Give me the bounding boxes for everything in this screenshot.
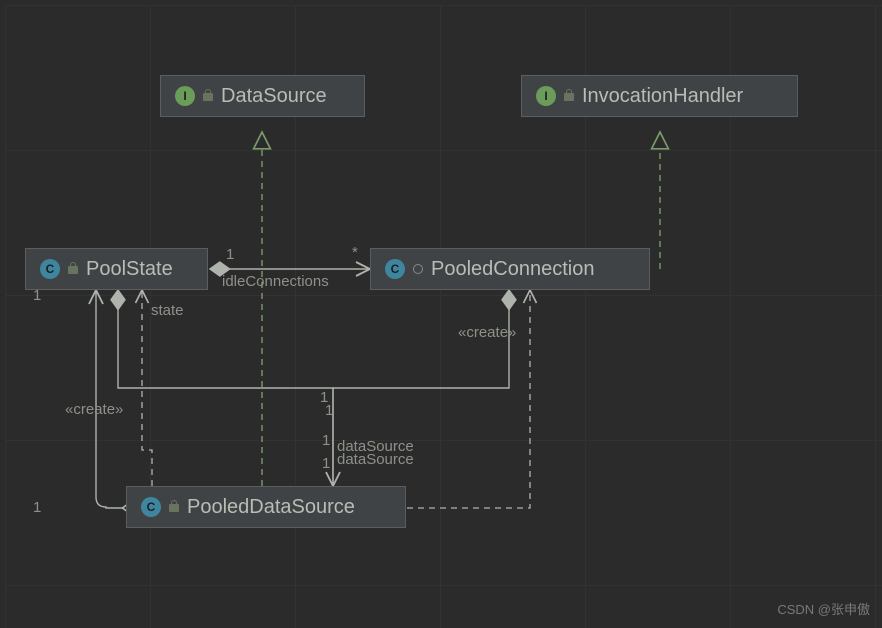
pin-icon: [413, 264, 423, 274]
lock-icon: [564, 90, 574, 102]
multiplicity-1: 1: [322, 432, 330, 449]
label-state: state: [151, 302, 184, 319]
node-invocationhandler[interactable]: I InvocationHandler: [521, 75, 798, 117]
interface-icon: I: [536, 86, 556, 106]
multiplicity-1: 1: [325, 402, 333, 419]
lock-icon: [169, 501, 179, 513]
class-icon: C: [40, 259, 60, 279]
node-label: InvocationHandler: [582, 85, 743, 108]
multiplicity-1: 1: [226, 246, 234, 263]
lock-icon: [68, 263, 78, 275]
label-datasource-2: dataSource: [337, 451, 414, 468]
node-datasource[interactable]: I DataSource: [160, 75, 365, 117]
node-label: PoolState: [86, 258, 173, 281]
watermark: CSDN @张申傲: [777, 599, 870, 618]
node-pooledconnection[interactable]: C PooledConnection: [370, 248, 650, 290]
multiplicity-star: *: [352, 244, 358, 261]
multiplicity-1: 1: [33, 499, 41, 516]
node-label: PooledConnection: [431, 258, 594, 281]
label-create-right: «create»: [458, 324, 516, 341]
multiplicity-1: 1: [33, 287, 41, 304]
class-icon: C: [141, 497, 161, 517]
lock-icon: [203, 90, 213, 102]
node-label: PooledDataSource: [187, 496, 355, 519]
interface-icon: I: [175, 86, 195, 106]
multiplicity-1: 1: [322, 455, 330, 472]
node-pooleddatasource[interactable]: C PooledDataSource: [126, 486, 406, 528]
label-idleconnections: idleConnections: [222, 273, 329, 290]
label-create-left: «create»: [65, 401, 123, 418]
node-poolstate[interactable]: C PoolState: [25, 248, 208, 290]
class-icon: C: [385, 259, 405, 279]
node-label: DataSource: [221, 85, 327, 108]
